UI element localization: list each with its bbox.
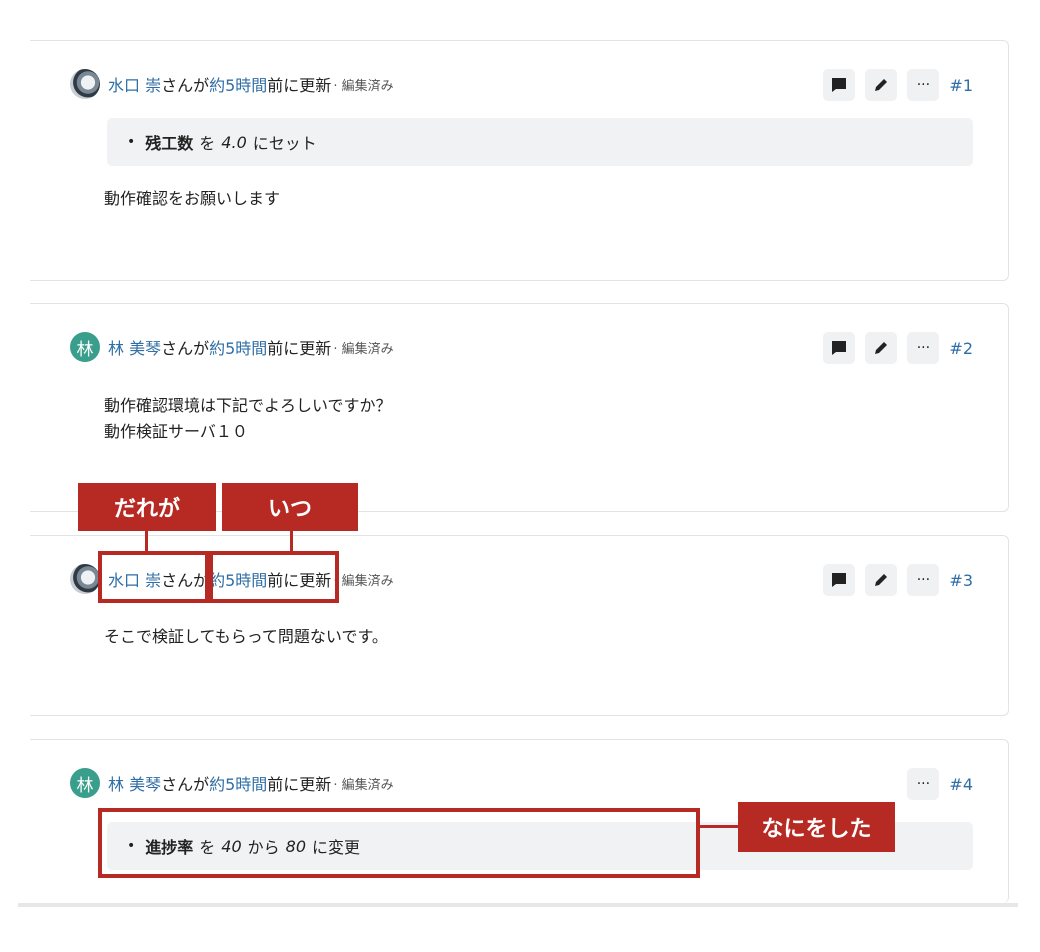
updated-text: 前に更新 (267, 76, 332, 95)
avatar[interactable]: 林 (70, 768, 100, 798)
edited-label: · 編集済み (333, 573, 394, 589)
edited-label: · 編集済み (333, 78, 394, 94)
comment-actions: ··· #4 (897, 768, 973, 800)
body-line: 動作検証サーバ１０ (104, 422, 248, 441)
comment-card-1: 水口 崇 さんが 約5時間 前に更新 · 編集済み ··· #1 • 残工数 を… (30, 40, 1009, 281)
comment-card-2: 林 林 美琴 さんが 約5時間 前に更新 · 編集済み ··· #2 動作確認環… (30, 303, 1009, 512)
comment-body: 動作確認環境は下記でよろしいですか？ 動作検証サーバ１０ (104, 393, 392, 445)
updated-text: 前に更新 (267, 339, 332, 358)
more-icon: ··· (916, 340, 931, 356)
avatar[interactable] (70, 564, 100, 594)
more-icon: ··· (916, 572, 931, 588)
by-text: さんが (161, 76, 210, 95)
comment-icon (832, 341, 847, 355)
field-value: 4.0 (221, 132, 247, 152)
quote-button[interactable] (823, 564, 856, 596)
pencil-icon (875, 342, 888, 354)
comment-header: 林 林 美琴 さんが 約5時間 前に更新 · 編集済み (70, 332, 394, 362)
comment-icon (832, 573, 847, 587)
annotation-what-label: なにをした (738, 802, 895, 852)
more-button[interactable]: ··· (907, 564, 940, 596)
annotation-connector (700, 825, 738, 828)
edit-button[interactable] (865, 332, 898, 364)
comment-icon (832, 78, 847, 92)
edit-button[interactable] (865, 564, 898, 596)
comment-actions: ··· #2 (813, 332, 973, 364)
quote-button[interactable] (823, 332, 856, 364)
bottom-divider (18, 903, 1018, 907)
by-text: さんが (161, 775, 210, 794)
more-icon: ··· (916, 77, 931, 93)
comment-body: そこで検証してもらって問題ないです。 (104, 624, 388, 650)
bullet-icon: • (127, 134, 136, 150)
comment-body: 動作確認をお願いします (104, 186, 280, 212)
annotation-who-label: だれが (78, 483, 216, 531)
time-link[interactable]: 約5時間 (209, 72, 267, 96)
change-details: • 残工数 を 4.0 にセット (107, 118, 973, 166)
edited-label: · 編集済み (333, 341, 394, 357)
edited-label: · 編集済み (333, 777, 394, 793)
avatar[interactable] (70, 69, 100, 99)
body-line: そこで検証してもらって問題ないです。 (104, 627, 388, 646)
pencil-icon (875, 574, 888, 586)
by-text: さんが (161, 339, 210, 358)
annotation-what-box (98, 808, 700, 878)
comment-actions: ··· #1 (813, 69, 973, 101)
word: を (199, 134, 216, 153)
comment-number[interactable]: #2 (949, 339, 973, 358)
word: にセット (252, 134, 317, 153)
time-link[interactable]: 約5時間 (209, 335, 267, 359)
quote-button[interactable] (823, 69, 856, 101)
author-link[interactable]: 林 美琴 (108, 771, 161, 795)
more-button[interactable]: ··· (907, 69, 940, 101)
comment-actions: ··· #3 (813, 564, 973, 596)
time-link[interactable]: 約5時間 (209, 771, 267, 795)
comment-number[interactable]: #4 (949, 775, 973, 794)
more-icon: ··· (916, 776, 931, 792)
comment-number[interactable]: #1 (949, 76, 973, 95)
more-button[interactable]: ··· (907, 332, 940, 364)
annotation-connector (290, 531, 293, 551)
avatar[interactable]: 林 (70, 332, 100, 362)
comment-header: 林 林 美琴 さんが 約5時間 前に更新 · 編集済み (70, 768, 394, 798)
more-button[interactable]: ··· (907, 768, 940, 800)
updated-text: 前に更新 (267, 775, 332, 794)
body-line: 動作確認環境は下記でよろしいですか？ (104, 396, 392, 415)
annotation-connector (145, 531, 148, 551)
field-name: 残工数 (145, 134, 194, 153)
pencil-icon (875, 79, 888, 91)
comment-header: 水口 崇 さんが 約5時間 前に更新 · 編集済み (70, 69, 394, 99)
edit-button[interactable] (865, 69, 898, 101)
author-link[interactable]: 林 美琴 (108, 335, 161, 359)
body-line: 動作確認をお願いします (104, 189, 281, 208)
annotation-when-label: いつ (222, 483, 358, 531)
author-link[interactable]: 水口 崇 (108, 72, 161, 96)
annotation-when-box (209, 551, 339, 603)
annotation-who-box (98, 551, 209, 603)
comment-number[interactable]: #3 (949, 571, 973, 590)
